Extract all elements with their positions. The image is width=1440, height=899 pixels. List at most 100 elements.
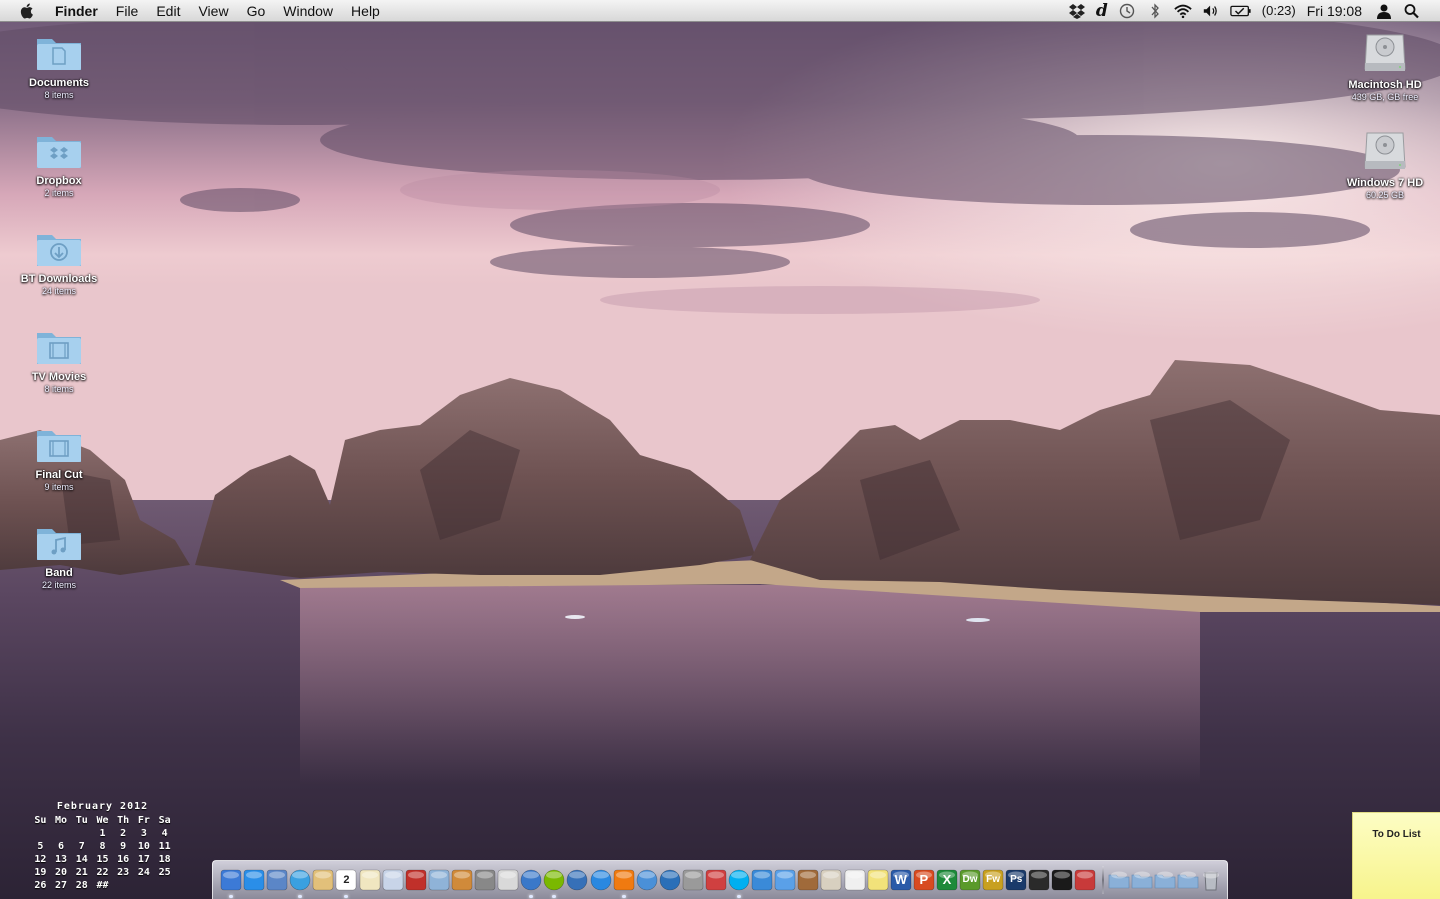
dock-item-messages[interactable] (774, 869, 796, 891)
desktop-icon-dropbox[interactable]: Dropbox 2 items (4, 131, 114, 199)
dock-item-spotify[interactable] (543, 869, 565, 898)
dictionary-status-icon[interactable]: d (1096, 0, 1108, 22)
sticky-note-widget[interactable]: To Do List (1352, 812, 1440, 899)
preview-icon (266, 869, 288, 891)
dock-item-finder[interactable] (220, 869, 242, 898)
dock-item-ichat[interactable] (636, 869, 658, 891)
dock-item-terminal[interactable] (1051, 869, 1073, 891)
calendar-day: 10 (137, 841, 150, 852)
battery-icon[interactable] (1230, 3, 1252, 19)
menu-go[interactable]: Go (238, 0, 275, 22)
bluetooth-icon[interactable] (1146, 2, 1164, 19)
desktop-icon-bt-downloads[interactable]: BT Downloads 24 items (4, 229, 114, 297)
dock-item-imovie-star[interactable] (497, 869, 519, 891)
mail-icon (382, 869, 403, 891)
dock-item-powerpoint[interactable]: P (913, 869, 935, 891)
desktop-icon-final-cut[interactable]: Final Cut 9 items (4, 425, 114, 493)
dock-item-trash[interactable] (1200, 869, 1222, 891)
dock-item-itunes[interactable] (520, 869, 542, 898)
terminal-icon (1052, 869, 1073, 891)
tools-icon (705, 869, 727, 891)
desktop-icon-label: BT Downloads (20, 273, 98, 285)
desktop-icon-documents[interactable]: Documents 8 items (4, 33, 114, 101)
dock-item-system-preferences[interactable] (682, 869, 704, 891)
calendar-day: 17 (137, 854, 150, 865)
applications-stack-icon (1108, 871, 1129, 889)
dock-item-skype[interactable] (728, 869, 750, 898)
calendar-weekday: Sa (158, 815, 171, 826)
desktop-icon-label: Macintosh HD (1348, 79, 1422, 91)
dock-item-ical[interactable]: 2 (335, 869, 357, 898)
dock-item-papers[interactable] (844, 869, 866, 891)
dock-item-documents-stack[interactable] (1131, 869, 1153, 891)
calendar-day: 1 (99, 828, 106, 839)
dock-item-downloads-stack[interactable] (1154, 869, 1176, 891)
desktop-icon-info: 60.25 GB (1365, 190, 1405, 200)
dock-item-network[interactable] (566, 869, 588, 891)
calendar-day (71, 827, 92, 840)
menu-help[interactable]: Help (342, 0, 389, 22)
dock-item-activity-monitor[interactable] (1028, 869, 1050, 891)
dock-item-flag-app[interactable] (1074, 869, 1096, 891)
dock-item-dreamweaver[interactable]: Dw (959, 869, 981, 891)
finder-icon (220, 869, 242, 891)
menu-window[interactable]: Window (274, 0, 342, 22)
dock-item-tools[interactable] (705, 869, 727, 891)
dock-item-excel[interactable]: X (936, 869, 958, 891)
calendar-day: 3 (140, 828, 147, 839)
dock-item-vlc[interactable] (613, 869, 635, 898)
calendar-week-row: 19 20 21 22 23 24 25 (30, 866, 175, 879)
menu-file[interactable]: File (107, 0, 148, 22)
dock-item-skype-web[interactable] (659, 869, 681, 891)
dock-item-pets[interactable] (797, 869, 819, 891)
calendar-day (51, 827, 72, 840)
time-machine-icon[interactable] (1118, 3, 1136, 19)
dock-item-iphoto[interactable] (428, 869, 450, 891)
menu-clock[interactable]: Fri 19:08 (1307, 0, 1362, 22)
dropbox-status-icon[interactable] (1068, 3, 1086, 19)
desktop-icon-label: Final Cut (35, 469, 83, 481)
desktop-icon-macintosh-hd[interactable]: Macintosh HD 439 GB, GB free (1330, 29, 1440, 103)
dock-item-app-store[interactable] (243, 869, 265, 891)
user-icon[interactable] (1375, 3, 1393, 19)
dock-item-applications-stack[interactable] (1108, 869, 1130, 891)
desktop-icon-tv-movies[interactable]: TV Movies 8 items (4, 327, 114, 395)
dock-item-utility-knife[interactable] (474, 869, 496, 891)
desktop-icon-info: 8 items (44, 384, 74, 394)
dock-item-notes[interactable] (312, 869, 334, 891)
sticky-note-title: To Do List (1372, 829, 1421, 840)
menu-view[interactable]: View (189, 0, 237, 22)
messages-icon (774, 869, 796, 891)
dock-item-fireworks[interactable]: Fw (982, 869, 1004, 891)
downloads-folder-icon (37, 235, 81, 266)
desktop-icon-label: Band (45, 567, 73, 579)
dock-item-mail[interactable] (382, 869, 404, 891)
menu-edit[interactable]: Edit (147, 0, 189, 22)
desktop-icon-band[interactable]: Band 22 items (4, 523, 114, 591)
dock-item-garageband[interactable] (451, 869, 473, 891)
dock-item-safari[interactable] (289, 869, 311, 898)
dock-item-quicktime[interactable] (590, 869, 612, 891)
desktop-icon-info: 22 items (41, 580, 76, 590)
battery-time[interactable]: (0:23) (1262, 0, 1296, 22)
dock-item-preview[interactable] (266, 869, 288, 891)
menu-app-finder[interactable]: Finder (51, 0, 107, 22)
calendar-week-row: 1 2 3 4 (30, 827, 175, 840)
dock-item-word[interactable]: W (890, 869, 912, 891)
desktop-icon-info: 2 items (44, 188, 74, 198)
dock-item-pictures-stack[interactable] (1177, 869, 1199, 891)
desktop-icon-windows-7-hd[interactable]: Windows 7 HD 60.25 GB (1330, 127, 1440, 201)
dock-item-photoshop[interactable]: Ps (1005, 869, 1027, 891)
quicktime-icon (590, 869, 611, 891)
dock-separator (1101, 866, 1104, 894)
apple-menu-icon[interactable] (17, 2, 37, 20)
dock-item-photo-booth[interactable] (405, 869, 427, 891)
wifi-icon[interactable] (1174, 3, 1192, 19)
dock-item-dictionary[interactable] (820, 869, 842, 891)
dock-item-stickies[interactable] (867, 869, 889, 891)
dock-item-label: 2 (343, 874, 350, 886)
volume-icon[interactable] (1202, 3, 1220, 19)
spotlight-search-icon[interactable] (1403, 3, 1421, 19)
dock-item-people[interactable] (751, 869, 773, 891)
dock-item-textedit[interactable] (359, 869, 381, 891)
